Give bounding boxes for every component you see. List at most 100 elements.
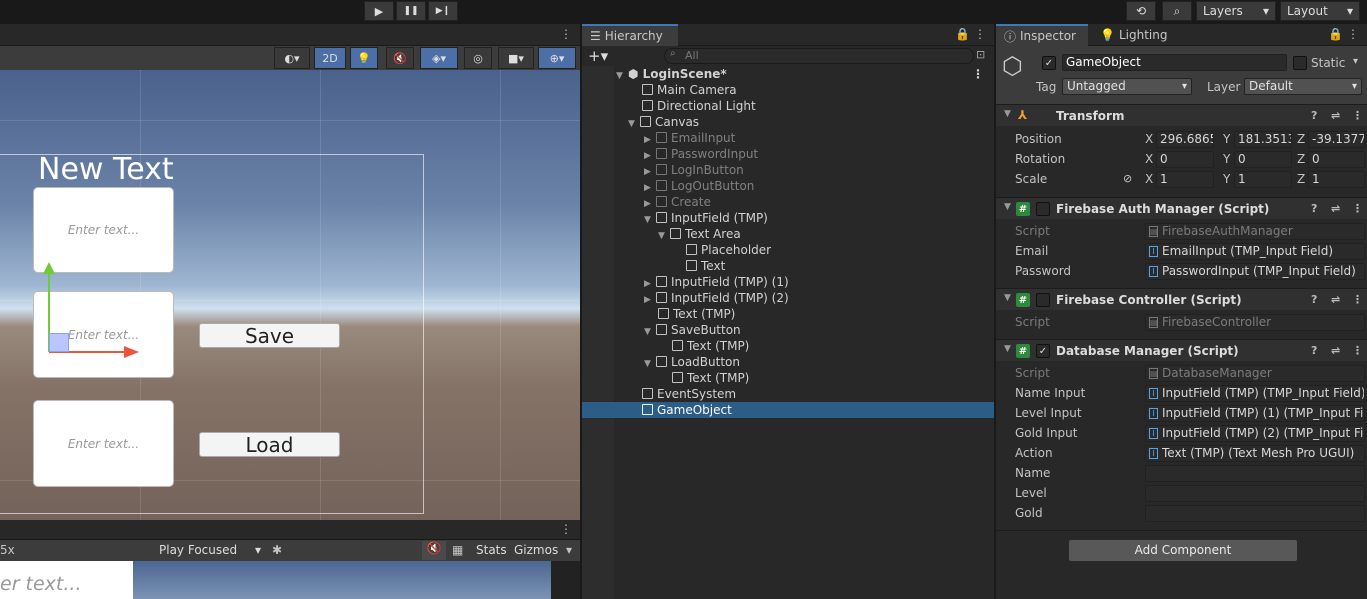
name-field[interactable] bbox=[1145, 465, 1365, 482]
more-icon[interactable]: ⋮ bbox=[974, 27, 986, 41]
presets-icon[interactable]: ⇌ bbox=[1331, 293, 1340, 306]
level-field[interactable] bbox=[1145, 485, 1365, 502]
list-item[interactable]: ▶ LogOutButton bbox=[582, 178, 994, 194]
rotation-y-field[interactable]: 0 bbox=[1234, 151, 1292, 168]
add-component-button[interactable]: Add Component bbox=[1068, 539, 1298, 562]
chevron-down-icon[interactable]: ▾ bbox=[566, 543, 572, 557]
link-icon[interactable]: ⊘ bbox=[1123, 172, 1132, 185]
load-button[interactable]: Load bbox=[199, 432, 340, 457]
component-enabled-checkbox[interactable]: ✓ bbox=[1036, 344, 1050, 358]
list-item[interactable]: ▶ PasswordInput bbox=[582, 146, 994, 162]
email-field[interactable]: I EmailInput (TMP_Input Field) bbox=[1145, 243, 1365, 260]
more-icon[interactable]: ⋮ bbox=[560, 27, 572, 41]
gizmos-icon[interactable]: ⊕▾ bbox=[538, 47, 576, 69]
level-input-field[interactable]: I InputField (TMP) (1) (TMP_Input Field) bbox=[1145, 405, 1365, 422]
list-item[interactable]: Text (TMP) bbox=[582, 338, 994, 354]
pause-button[interactable]: ❚❚ bbox=[396, 1, 426, 21]
rotation-z-field[interactable]: 0 bbox=[1308, 151, 1365, 168]
tab-hierarchy[interactable]: ☰ Hierarchy bbox=[582, 24, 678, 46]
presets-icon[interactable]: ⇌ bbox=[1331, 109, 1340, 122]
presets-icon[interactable]: ⇌ bbox=[1331, 202, 1340, 215]
hierarchy-search-input[interactable]: All bbox=[664, 48, 974, 64]
static-checkbox[interactable] bbox=[1293, 56, 1307, 70]
list-item[interactable]: EventSystem bbox=[582, 386, 994, 402]
list-item[interactable]: Text (TMP) bbox=[582, 370, 994, 386]
add-object-button[interactable]: +▾ bbox=[588, 47, 608, 65]
stats-button[interactable]: Stats bbox=[476, 543, 507, 557]
tab-inspector[interactable]: ⓘ Inspector bbox=[996, 24, 1088, 46]
help-icon[interactable]: ? bbox=[1311, 293, 1317, 306]
audio-toggle-icon[interactable]: 🔇 bbox=[386, 47, 414, 69]
step-button[interactable]: ▶❙ bbox=[428, 1, 458, 21]
list-item[interactable]: Text (TMP) bbox=[582, 306, 994, 322]
name-input-field[interactable]: I InputField (TMP) (TMP_Input Field) bbox=[1145, 385, 1365, 402]
play-button[interactable]: ▶ bbox=[364, 1, 394, 21]
list-item[interactable]: ▶ LogInButton bbox=[582, 162, 994, 178]
layout-dropdown[interactable]: Layout ▾ bbox=[1280, 1, 1360, 21]
mode-2d-button[interactable]: 2D bbox=[314, 47, 346, 69]
auth-manager-header[interactable]: ▼ # Firebase Auth Manager (Script) ? ⇌ ⋮ bbox=[996, 197, 1367, 219]
lock-icon[interactable]: 🔒 bbox=[1328, 27, 1343, 41]
search-icon[interactable]: ⌕ bbox=[1162, 1, 1192, 21]
password-field[interactable]: I PasswordInput (TMP_Input Field) bbox=[1145, 263, 1365, 280]
list-item[interactable]: ▶ InputField (TMP) (2) bbox=[582, 290, 994, 306]
more-icon[interactable]: ⋮ bbox=[1352, 202, 1363, 215]
shading-mode-icon[interactable]: ◐▾ bbox=[274, 47, 310, 69]
input-field[interactable]: Enter text... bbox=[33, 187, 174, 273]
gold-field[interactable] bbox=[1145, 505, 1365, 522]
help-icon[interactable]: ? bbox=[1311, 202, 1317, 215]
more-icon[interactable]: ⋮ bbox=[972, 66, 984, 82]
bug-icon[interactable]: ✱ bbox=[272, 543, 282, 557]
more-icon[interactable]: ⋮ bbox=[1352, 344, 1363, 357]
controller-header[interactable]: ▼ # Firebase Controller (Script) ? ⇌ ⋮ bbox=[996, 288, 1367, 310]
visibility-icon[interactable]: ◎ bbox=[464, 47, 492, 69]
list-item[interactable]: ▼ Text Area bbox=[582, 226, 994, 242]
canvas-title-text[interactable]: New Text bbox=[38, 152, 174, 187]
list-item[interactable]: ▼ ⬢ LoginScene* ⋮ bbox=[582, 66, 994, 82]
list-item[interactable]: GameObject bbox=[582, 402, 994, 418]
gizmos-button[interactable]: Gizmos bbox=[514, 543, 558, 557]
position-y-field[interactable]: 181.3513 bbox=[1234, 131, 1292, 148]
help-icon[interactable]: ? bbox=[1311, 109, 1317, 122]
gold-input-field[interactable]: I InputField (TMP) (2) (TMP_Input Field) bbox=[1145, 425, 1365, 442]
search-options-icon[interactable]: ⊡ bbox=[976, 48, 985, 61]
presets-icon[interactable]: ⇌ bbox=[1331, 344, 1340, 357]
list-item[interactable]: Text bbox=[582, 258, 994, 274]
more-icon[interactable]: ⋮ bbox=[1347, 27, 1359, 41]
list-item[interactable]: ▶ EmailInput bbox=[582, 130, 994, 146]
save-button[interactable]: Save bbox=[199, 323, 340, 348]
object-name-input[interactable]: GameObject bbox=[1062, 54, 1287, 71]
list-item[interactable]: ▼ InputField (TMP) bbox=[582, 210, 994, 226]
effects-icon[interactable]: ◈▾ bbox=[420, 47, 458, 69]
chevron-down-icon[interactable]: ▾ bbox=[1353, 56, 1358, 67]
active-checkbox[interactable]: ✓ bbox=[1042, 56, 1056, 70]
tab-lighting[interactable]: 💡 Lighting bbox=[1092, 24, 1175, 46]
layer-dropdown[interactable]: Default bbox=[1244, 78, 1362, 95]
scale-y-field[interactable]: 1 bbox=[1234, 171, 1292, 188]
list-item[interactable]: Main Camera bbox=[582, 82, 994, 98]
help-icon[interactable]: ? bbox=[1311, 344, 1317, 357]
list-item[interactable]: Placeholder bbox=[582, 242, 994, 258]
game-viewport[interactable]: er text... bbox=[0, 561, 580, 599]
more-icon[interactable]: ⋮ bbox=[1352, 109, 1363, 122]
list-item[interactable]: ▼ Canvas bbox=[582, 114, 994, 130]
rotation-x-field[interactable]: 0 bbox=[1156, 151, 1214, 168]
list-item[interactable]: ▶ Create bbox=[582, 194, 994, 210]
grid-icon[interactable]: ▦ bbox=[452, 543, 463, 557]
scene-viewport[interactable]: New Text Enter text... Enter text... Ent… bbox=[0, 70, 580, 520]
layers-dropdown[interactable]: Layers ▾ bbox=[1196, 1, 1276, 21]
component-enabled-checkbox[interactable] bbox=[1036, 202, 1050, 216]
lock-icon[interactable]: 🔒 bbox=[955, 27, 970, 41]
camera-icon[interactable]: ■▾ bbox=[498, 47, 534, 69]
scale-z-field[interactable]: 1 bbox=[1308, 171, 1365, 188]
list-item[interactable]: ▼ LoadButton bbox=[582, 354, 994, 370]
database-manager-header[interactable]: ▼ # ✓ Database Manager (Script) ? ⇌ ⋮ bbox=[996, 339, 1367, 361]
play-mode-dropdown[interactable]: Play Focused ▾ bbox=[155, 541, 265, 560]
list-item[interactable]: ▼ SaveButton bbox=[582, 322, 994, 338]
list-item[interactable]: Directional Light bbox=[582, 98, 994, 114]
history-icon[interactable]: ⟲ bbox=[1126, 1, 1156, 21]
action-field[interactable]: I Text (TMP) (Text Mesh Pro UGUI) bbox=[1145, 445, 1365, 462]
list-item[interactable]: ▶ InputField (TMP) (1) bbox=[582, 274, 994, 290]
component-enabled-checkbox[interactable] bbox=[1036, 293, 1050, 307]
scale-x-field[interactable]: 1 bbox=[1156, 171, 1214, 188]
